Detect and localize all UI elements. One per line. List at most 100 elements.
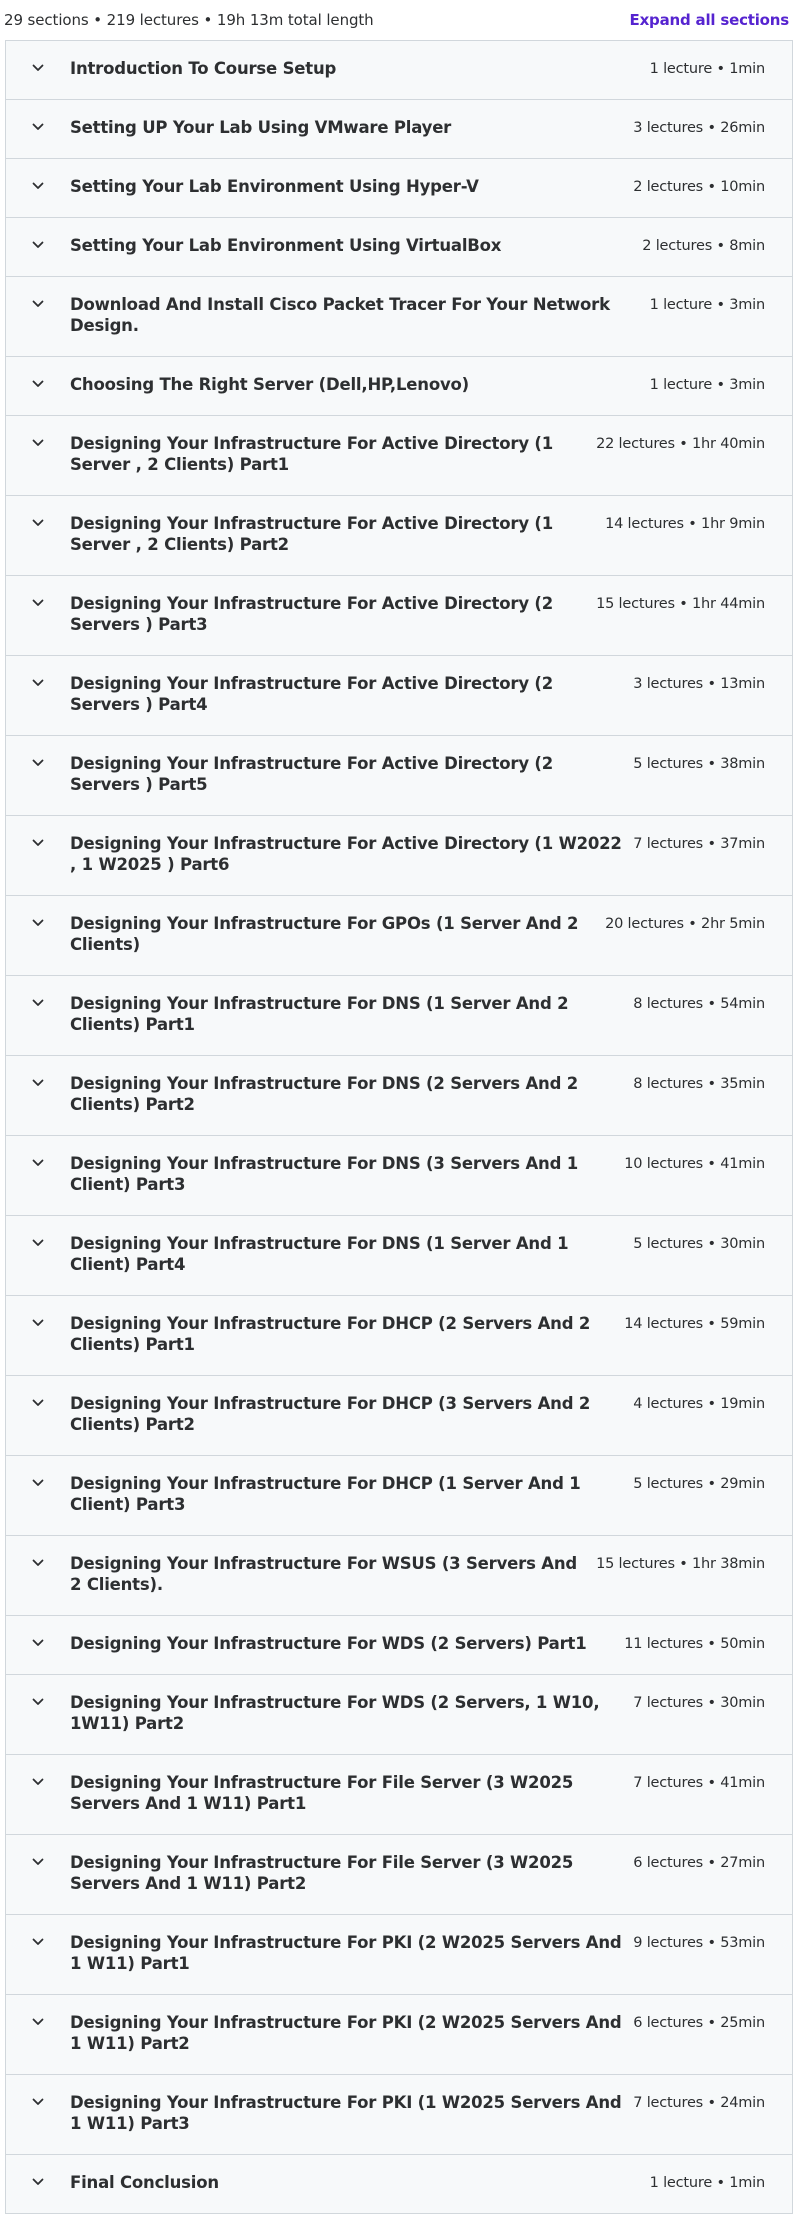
curriculum-section[interactable]: Download And Install Cisco Packet Tracer…: [6, 277, 792, 357]
chevron-down-icon[interactable]: [6, 976, 70, 1007]
chevron-down-icon[interactable]: [6, 896, 70, 927]
chevron-down-icon[interactable]: [6, 576, 70, 607]
chevron-down-icon[interactable]: [6, 100, 70, 131]
curriculum-section[interactable]: Designing Your Infrastructure For WDS (2…: [6, 1675, 792, 1755]
section-title: Setting Your Lab Environment Using Virtu…: [70, 236, 502, 255]
chevron-down-icon[interactable]: [6, 1995, 70, 2026]
curriculum-summary: 29 sections • 219 lectures • 19h 13m tot…: [4, 11, 374, 29]
chevron-down-icon[interactable]: [6, 1216, 70, 1247]
curriculum-section[interactable]: Designing Your Infrastructure For WDS (2…: [6, 1616, 792, 1675]
curriculum-section[interactable]: Designing Your Infrastructure For Active…: [6, 816, 792, 896]
curriculum-section[interactable]: Designing Your Infrastructure For PKI (1…: [6, 2075, 792, 2155]
section-lecture-count: 7 lectures • 30min: [633, 1695, 765, 1711]
curriculum-section[interactable]: Designing Your Infrastructure For DNS (1…: [6, 1216, 792, 1296]
curriculum-section[interactable]: Designing Your Infrastructure For WSUS (…: [6, 1536, 792, 1616]
section-title: Designing Your Infrastructure For DHCP (…: [70, 1474, 581, 1514]
section-lecture-count: 20 lectures • 2hr 5min: [605, 916, 765, 932]
chevron-down-icon[interactable]: [6, 416, 70, 447]
chevron-down-icon[interactable]: [6, 1456, 70, 1487]
section-title: Designing Your Infrastructure For File S…: [70, 1773, 574, 1813]
chevron-down-icon[interactable]: [6, 41, 70, 72]
section-lecture-count: 1 lecture • 1min: [649, 61, 766, 77]
chevron-down-icon[interactable]: [6, 1616, 70, 1647]
section-title: Designing Your Infrastructure For DHCP (…: [70, 1314, 591, 1354]
section-title: Setting UP Your Lab Using VMware Player: [70, 118, 452, 137]
curriculum-section[interactable]: Designing Your Infrastructure For DNS (1…: [6, 976, 792, 1056]
chevron-down-icon[interactable]: [6, 816, 70, 847]
curriculum-section[interactable]: Designing Your Infrastructure For DHCP (…: [6, 1296, 792, 1376]
section-title: Designing Your Infrastructure For Active…: [70, 594, 554, 634]
chevron-down-icon[interactable]: [6, 1056, 70, 1087]
section-title: Choosing The Right Server (Dell,HP,Lenov…: [70, 375, 470, 394]
section-title: Designing Your Infrastructure For PKI (2…: [70, 2013, 622, 2053]
section-title: Designing Your Infrastructure For DNS (1…: [70, 994, 569, 1034]
chevron-down-icon[interactable]: [6, 496, 70, 527]
chevron-down-icon[interactable]: [6, 1675, 70, 1706]
section-title: Introduction To Course Setup: [70, 59, 337, 78]
chevron-down-icon[interactable]: [6, 2075, 70, 2106]
section-title: Download And Install Cisco Packet Tracer…: [70, 295, 610, 335]
section-lecture-count: 22 lectures • 1hr 40min: [596, 436, 765, 452]
curriculum-section[interactable]: Setting Your Lab Environment Using Virtu…: [6, 218, 792, 277]
chevron-down-icon[interactable]: [6, 656, 70, 687]
curriculum-section[interactable]: Introduction To Course Setup 1 lecture • …: [6, 41, 792, 100]
section-lecture-count: 5 lectures • 38min: [633, 756, 765, 772]
section-title: Designing Your Infrastructure For Active…: [70, 754, 554, 794]
curriculum-section[interactable]: Designing Your Infrastructure For Active…: [6, 576, 792, 656]
curriculum-section[interactable]: Designing Your Infrastructure For File S…: [6, 1755, 792, 1835]
chevron-down-icon[interactable]: [6, 218, 70, 249]
section-title: Designing Your Infrastructure For DNS (1…: [70, 1234, 569, 1274]
section-title: Designing Your Infrastructure For WDS (2…: [70, 1634, 587, 1653]
chevron-down-icon[interactable]: [6, 1755, 70, 1786]
chevron-down-icon[interactable]: [6, 277, 70, 308]
curriculum-section[interactable]: Choosing The Right Server (Dell,HP,Lenov…: [6, 357, 792, 416]
curriculum-header: 29 sections • 219 lectures • 19h 13m tot…: [0, 0, 793, 40]
expand-all-sections-button[interactable]: Expand all sections: [630, 11, 790, 29]
chevron-down-icon[interactable]: [6, 2155, 70, 2186]
curriculum-section[interactable]: Designing Your Infrastructure For Active…: [6, 496, 792, 576]
section-title: Designing Your Infrastructure For DNS (2…: [70, 1074, 579, 1114]
section-lecture-count: 5 lectures • 30min: [633, 1236, 765, 1252]
curriculum-section[interactable]: Designing Your Infrastructure For PKI (2…: [6, 1915, 792, 1995]
curriculum-section[interactable]: Final Conclusion 1 lecture • 1min: [6, 2155, 792, 2214]
curriculum-section[interactable]: Setting Your Lab Environment Using Hyper…: [6, 159, 792, 218]
curriculum-section[interactable]: Designing Your Infrastructure For Active…: [6, 416, 792, 496]
section-lecture-count: 2 lectures • 10min: [633, 179, 765, 195]
chevron-down-icon[interactable]: [6, 1915, 70, 1946]
section-lecture-count: 8 lectures • 54min: [633, 996, 765, 1012]
section-lecture-count: 8 lectures • 35min: [633, 1076, 765, 1092]
section-lecture-count: 4 lectures • 19min: [633, 1396, 765, 1412]
section-title: Designing Your Infrastructure For Active…: [70, 514, 554, 554]
chevron-down-icon[interactable]: [6, 1136, 70, 1167]
section-lecture-count: 15 lectures • 1hr 44min: [596, 596, 765, 612]
curriculum-section[interactable]: Designing Your Infrastructure For PKI (2…: [6, 1995, 792, 2075]
section-title: Designing Your Infrastructure For WSUS (…: [70, 1554, 577, 1594]
section-title: Designing Your Infrastructure For Active…: [70, 434, 554, 474]
curriculum-section[interactable]: Designing Your Infrastructure For Active…: [6, 656, 792, 736]
curriculum-section[interactable]: Designing Your Infrastructure For Active…: [6, 736, 792, 816]
curriculum-section[interactable]: Designing Your Infrastructure For DNS (2…: [6, 1056, 792, 1136]
curriculum-section[interactable]: Setting UP Your Lab Using VMware Player 3…: [6, 100, 792, 159]
section-lecture-count: 9 lectures • 53min: [633, 1935, 765, 1951]
chevron-down-icon[interactable]: [6, 1536, 70, 1567]
chevron-down-icon[interactable]: [6, 736, 70, 767]
section-lecture-count: 1 lecture • 1min: [649, 2175, 766, 2191]
section-lecture-count: 1 lecture • 3min: [649, 297, 766, 313]
section-lecture-count: 1 lecture • 3min: [649, 377, 766, 393]
section-lecture-count: 2 lectures • 8min: [642, 238, 765, 254]
section-lecture-count: 7 lectures • 24min: [633, 2095, 765, 2111]
curriculum-section[interactable]: Designing Your Infrastructure For DHCP (…: [6, 1456, 792, 1536]
curriculum-section[interactable]: Designing Your Infrastructure For DHCP (…: [6, 1376, 792, 1456]
section-title: Designing Your Infrastructure For DHCP (…: [70, 1394, 591, 1434]
section-lecture-count: 14 lectures • 59min: [624, 1316, 765, 1332]
curriculum-section[interactable]: Designing Your Infrastructure For DNS (3…: [6, 1136, 792, 1216]
section-lecture-count: 15 lectures • 1hr 38min: [596, 1556, 765, 1572]
chevron-down-icon[interactable]: [6, 1376, 70, 1407]
chevron-down-icon[interactable]: [6, 1296, 70, 1327]
curriculum-section[interactable]: Designing Your Infrastructure For GPOs (…: [6, 896, 792, 976]
chevron-down-icon[interactable]: [6, 159, 70, 190]
curriculum-section[interactable]: Designing Your Infrastructure For File S…: [6, 1835, 792, 1915]
section-title: Designing Your Infrastructure For PKI (2…: [70, 1933, 622, 1973]
chevron-down-icon[interactable]: [6, 357, 70, 388]
chevron-down-icon[interactable]: [6, 1835, 70, 1866]
